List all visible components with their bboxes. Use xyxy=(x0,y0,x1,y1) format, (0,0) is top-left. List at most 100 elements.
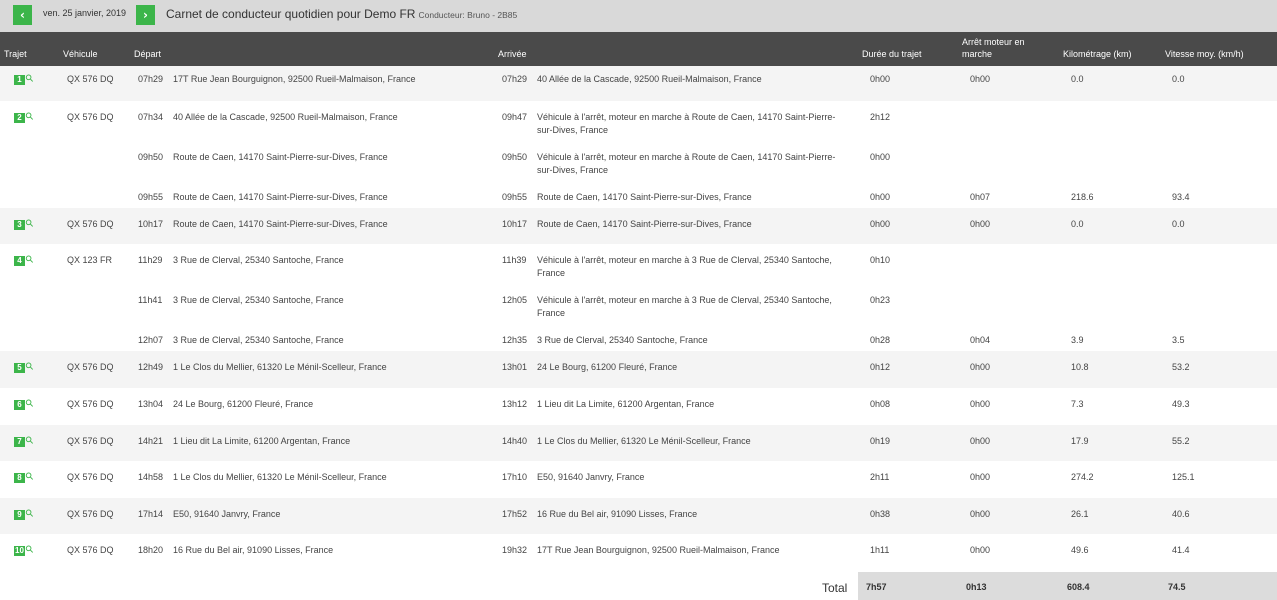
departure-address: 1 Lieu dit La Limite, 61200 Argentan, Fr… xyxy=(173,425,502,461)
table-header: Trajet Véhicule Départ Arrivée Durée du … xyxy=(0,32,1277,66)
trip-cell: 7 ⚲ xyxy=(0,425,67,461)
trip-cell: 3 ⚲ xyxy=(0,208,67,244)
speed-cell: 0.0 xyxy=(1168,66,1277,101)
arrival-address: 24 Le Bourg, 61200 Fleuré, France xyxy=(537,351,866,388)
search-icon[interactable]: ⚲ xyxy=(24,398,38,412)
table-row: 5 ⚲ QX 576 DQ 12h49 1 Le Clos du Mellier, 61… xyxy=(0,351,1277,388)
km-cell: 17.9 xyxy=(1067,425,1168,461)
departure-time: 10h17 xyxy=(138,208,173,244)
arrival-address: 40 Allée de la Cascade, 92500 Rueil-Malm… xyxy=(537,66,866,101)
search-icon[interactable]: ⚲ xyxy=(24,73,38,87)
km-cell: 49.6 xyxy=(1067,534,1168,571)
trip-cell: 4 ⚲ xyxy=(0,244,67,284)
arrival-time: 19h32 xyxy=(502,534,537,571)
departure-address: 1 Le Clos du Mellier, 61320 Le Ménil-Sce… xyxy=(173,461,502,498)
duration-cell: 0h00 xyxy=(866,208,966,244)
chevron-left-icon[interactable]: ‹ xyxy=(13,5,32,25)
arrival-time: 07h29 xyxy=(502,66,537,101)
arrival-address: 17T Rue Jean Bourguignon, 92500 Rueil-Ma… xyxy=(537,534,866,571)
search-icon[interactable]: ⚲ xyxy=(24,471,38,485)
km-cell xyxy=(1067,284,1168,324)
duration-cell: 2h11 xyxy=(866,461,966,498)
table-row: 4 ⚲ QX 123 FR 11h29 3 Rue de Clerval, 25340 … xyxy=(0,244,1277,284)
idle-cell xyxy=(966,141,1067,181)
table-row: 11h41 3 Rue de Clerval, 25340 Santoche, F… xyxy=(0,284,1277,324)
search-icon[interactable]: ⚲ xyxy=(24,544,38,558)
departure-time: 07h29 xyxy=(138,66,173,101)
duration-cell: 2h12 xyxy=(866,101,966,141)
speed-cell xyxy=(1168,244,1277,284)
idle-cell: 0h00 xyxy=(966,498,1067,534)
speed-cell: 53.2 xyxy=(1168,351,1277,388)
arrival-time: 09h50 xyxy=(502,141,537,181)
total-duration: 7h57 xyxy=(866,582,887,592)
search-icon[interactable]: ⚲ xyxy=(24,361,38,375)
vehicle-cell: QX 576 DQ xyxy=(67,208,138,244)
departure-time: 07h34 xyxy=(138,101,173,141)
arrival-time: 09h55 xyxy=(502,181,537,208)
arrival-address: 1 Le Clos du Mellier, 61320 Le Ménil-Sce… xyxy=(537,425,866,461)
arrival-address: Véhicule à l'arrêt, moteur en marche à 3… xyxy=(537,284,866,324)
arrival-time: 14h40 xyxy=(502,425,537,461)
departure-time: 11h41 xyxy=(138,284,173,324)
total-idle: 0h13 xyxy=(966,582,987,592)
search-icon[interactable]: ⚲ xyxy=(24,254,38,268)
page-title: Carnet de conducteur quotidien pour Demo… xyxy=(166,7,517,21)
duration-cell: 1h11 xyxy=(866,534,966,571)
duration-cell: 0h00 xyxy=(866,66,966,101)
departure-address: Route de Caen, 14170 Saint-Pierre-sur-Di… xyxy=(173,181,502,208)
trip-cell xyxy=(0,284,67,324)
vehicle-cell: QX 576 DQ xyxy=(67,498,138,534)
search-icon[interactable]: ⚲ xyxy=(24,111,38,125)
km-cell: 0.0 xyxy=(1067,66,1168,101)
search-icon[interactable]: ⚲ xyxy=(24,508,38,522)
departure-time: 12h07 xyxy=(138,324,173,351)
arrival-time: 10h17 xyxy=(502,208,537,244)
idle-cell xyxy=(966,284,1067,324)
idle-cell: 0h00 xyxy=(966,425,1067,461)
vehicle-cell xyxy=(67,141,138,181)
departure-address: E50, 91640 Janvry, France xyxy=(173,498,502,534)
speed-cell: 55.2 xyxy=(1168,425,1277,461)
trips-table: 1 ⚲ QX 576 DQ 07h29 17T Rue Jean Bourguignon… xyxy=(0,66,1277,571)
search-icon[interactable]: ⚲ xyxy=(24,218,38,232)
table-row: 3 ⚲ QX 576 DQ 10h17 Route de Caen, 14170 Sai… xyxy=(0,208,1277,244)
arrival-time: 13h01 xyxy=(502,351,537,388)
departure-time: 14h21 xyxy=(138,425,173,461)
speed-cell: 93.4 xyxy=(1168,181,1277,208)
idle-cell: 0h00 xyxy=(966,351,1067,388)
km-cell: 26.1 xyxy=(1067,498,1168,534)
arrival-address: Véhicule à l'arrêt, moteur en marche à 3… xyxy=(537,244,866,284)
total-label: Total xyxy=(822,581,848,595)
trip-cell: 1 ⚲ xyxy=(0,66,67,101)
km-cell: 0.0 xyxy=(1067,208,1168,244)
speed-cell: 0.0 xyxy=(1168,208,1277,244)
col-vehicule: Véhicule xyxy=(63,49,98,59)
vehicle-cell: QX 576 DQ xyxy=(67,461,138,498)
table-row: 09h50 Route de Caen, 14170 Saint-Pierre-s… xyxy=(0,141,1277,181)
departure-time: 09h55 xyxy=(138,181,173,208)
table-row: 1 ⚲ QX 576 DQ 07h29 17T Rue Jean Bourguignon… xyxy=(0,66,1277,101)
arrival-time: 12h05 xyxy=(502,284,537,324)
table-row: 9 ⚲ QX 576 DQ 17h14 E50, 91640 Janvry, Franc… xyxy=(0,498,1277,534)
idle-cell xyxy=(966,101,1067,141)
trip-cell: 6 ⚲ xyxy=(0,388,67,425)
search-icon[interactable]: ⚲ xyxy=(24,435,38,449)
departure-address: 16 Rue du Bel air, 91090 Lisses, France xyxy=(173,534,502,571)
speed-cell xyxy=(1168,284,1277,324)
arrival-address: 16 Rue du Bel air, 91090 Lisses, France xyxy=(537,498,866,534)
km-cell: 218.6 xyxy=(1067,181,1168,208)
duration-cell: 0h28 xyxy=(866,324,966,351)
vehicle-cell: QX 576 DQ xyxy=(67,66,138,101)
vehicle-cell: QX 576 DQ xyxy=(67,534,138,571)
idle-cell: 0h07 xyxy=(966,181,1067,208)
departure-address: 3 Rue de Clerval, 25340 Santoche, France xyxy=(173,324,502,351)
col-arret-line1: Arrêt moteur en xyxy=(962,37,1025,47)
departure-time: 13h04 xyxy=(138,388,173,425)
trip-cell: 8 ⚲ xyxy=(0,461,67,498)
driver-subtitle: Conducteur: Bruno - 2B85 xyxy=(418,10,518,20)
trip-cell: 9 ⚲ xyxy=(0,498,67,534)
chevron-right-icon[interactable]: › xyxy=(136,5,155,25)
km-cell xyxy=(1067,141,1168,181)
idle-cell: 0h00 xyxy=(966,66,1067,101)
